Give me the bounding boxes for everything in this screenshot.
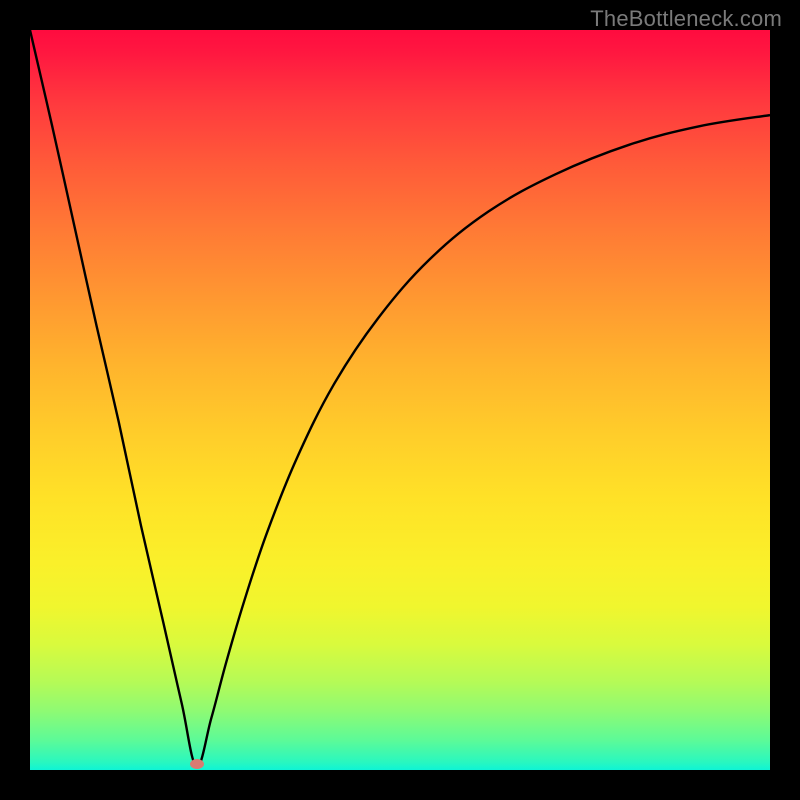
chart-frame: TheBottleneck.com <box>0 0 800 800</box>
marker-dot <box>190 759 204 769</box>
plot-area <box>30 30 770 770</box>
watermark-label: TheBottleneck.com <box>590 6 782 32</box>
curve-svg <box>30 30 770 770</box>
bottleneck-curve <box>30 30 770 766</box>
